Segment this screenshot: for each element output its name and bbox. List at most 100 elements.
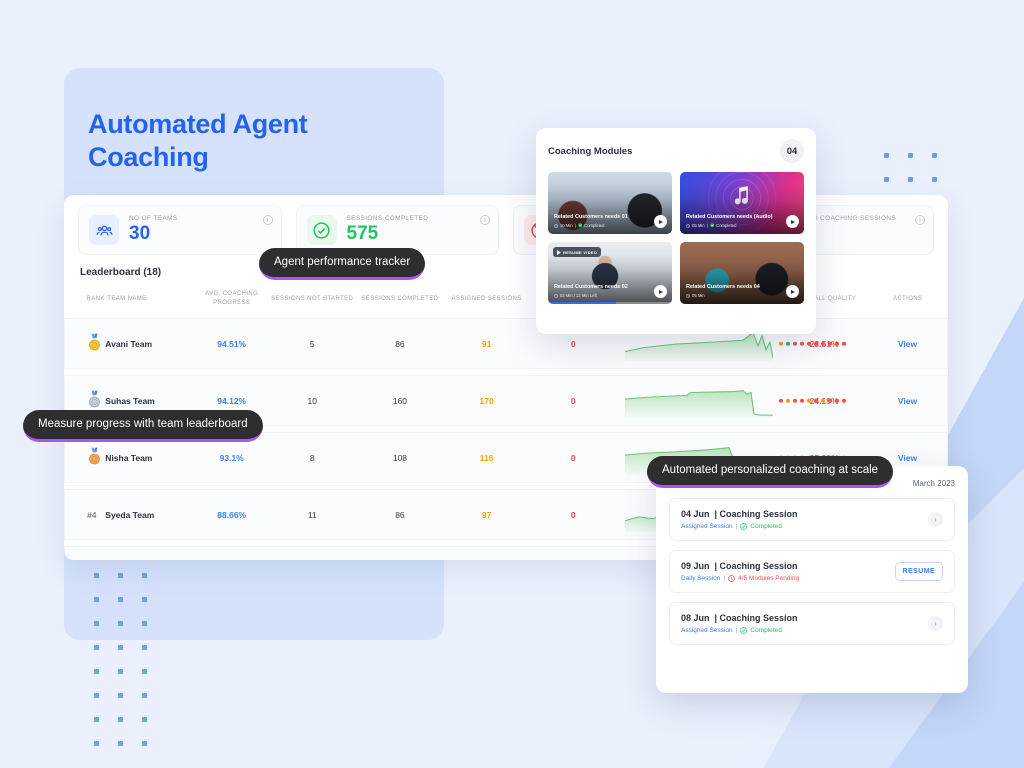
decorative-dot bbox=[908, 177, 913, 182]
session-type: Assigned Session bbox=[681, 523, 733, 530]
resume-video-badge[interactable]: RESUME VIDEO bbox=[553, 247, 602, 257]
coaching-module-card[interactable]: Related Customers needs 01 10 Min | Complet… bbox=[548, 172, 672, 234]
module-meta: 02 Min / 12 Min Left bbox=[554, 292, 650, 299]
decorative-dot bbox=[118, 645, 123, 650]
clock-icon bbox=[554, 293, 558, 298]
decorative-dot bbox=[142, 741, 147, 746]
column-header: AVG. COACHING PROGRESS bbox=[205, 291, 259, 306]
medal-icon bbox=[87, 447, 102, 469]
play-button[interactable] bbox=[786, 215, 799, 228]
column-header: ASSIGNED SESSIONS bbox=[451, 295, 522, 302]
coaching-module-card[interactable]: Related Customers needs 04 05 Min bbox=[680, 242, 804, 304]
decorative-dot bbox=[932, 177, 937, 182]
check-circle-icon bbox=[740, 523, 748, 530]
clock-icon bbox=[686, 293, 690, 298]
sessions-completed: 160 bbox=[392, 395, 408, 406]
module-progress-bar bbox=[548, 302, 672, 304]
module-meta: 10 Min | Completed bbox=[554, 222, 650, 229]
coaching-module-card[interactable]: Related Customers needs (Audio) 05 Min | Co… bbox=[680, 172, 804, 234]
decorative-dot bbox=[118, 669, 123, 674]
session-info: 09 Jun | Coaching Session Daily Session | 4… bbox=[681, 561, 799, 582]
decorative-dot bbox=[142, 597, 147, 602]
decorative-dot bbox=[94, 669, 99, 674]
row-spacer bbox=[64, 368, 948, 376]
stat-card-0: NO OF TEAMS 30 i bbox=[78, 205, 282, 255]
list-item[interactable]: 09 Jun | Coaching Session Daily Session | 4… bbox=[669, 550, 955, 593]
check-circle-icon bbox=[740, 627, 748, 634]
info-icon[interactable]: i bbox=[480, 215, 490, 225]
list-item[interactable]: 08 Jun | Coaching Session Assigned Sessio… bbox=[669, 602, 955, 645]
column-header: SESSIONS COMPLETED bbox=[361, 295, 439, 302]
team-name: Syeda Team bbox=[105, 509, 155, 520]
module-separator: | bbox=[574, 223, 576, 228]
session-title: 08 Jun | Coaching Session bbox=[681, 613, 798, 623]
session-info: 08 Jun | Coaching Session Assigned Sessio… bbox=[681, 613, 798, 634]
column-header: TEAM NAME bbox=[107, 295, 147, 302]
sessions-completed: 86 bbox=[395, 338, 405, 349]
clock-alert-icon bbox=[728, 575, 735, 582]
coaching-module-card[interactable]: RESUME VIDEO Related Customers needs 02 02… bbox=[548, 242, 672, 304]
decorative-dot bbox=[118, 741, 123, 746]
decorative-dot bbox=[142, 669, 147, 674]
session-type: Assigned Session bbox=[681, 627, 733, 634]
module-title: Related Customers needs 01 bbox=[554, 214, 628, 220]
coaching-sessions-month: March 2023 bbox=[912, 479, 955, 488]
module-meta: 05 Min | Completed bbox=[686, 222, 782, 229]
sessions-completed: 86 bbox=[395, 509, 405, 520]
coaching-modules-card: Coaching Modules 04 Related Customers ne… bbox=[536, 128, 816, 334]
module-duration: 05 Min bbox=[692, 293, 705, 298]
decorative-dot bbox=[94, 573, 99, 578]
session-title: 04 Jun | Coaching Session bbox=[681, 509, 798, 519]
decorative-dot bbox=[932, 153, 937, 158]
clock-icon bbox=[554, 223, 558, 228]
stat-label: NO OF TEAMS bbox=[129, 215, 178, 222]
module-duration: 02 Min / 12 Min Left bbox=[560, 293, 597, 298]
decorative-dot bbox=[94, 693, 99, 698]
sparkline-chart bbox=[624, 389, 773, 418]
resume-button[interactable]: RESUME bbox=[894, 562, 943, 581]
list-item[interactable]: 04 Jun | Coaching Session Assigned Sessio… bbox=[669, 498, 955, 541]
stat-value: 575 bbox=[346, 223, 379, 244]
decorative-dot bbox=[884, 177, 889, 182]
areas-of-concern: 0 bbox=[570, 509, 576, 520]
assigned-sessions: 97 bbox=[481, 509, 492, 520]
view-link[interactable]: View bbox=[898, 396, 917, 406]
module-caption: Related Customers needs 04 05 Min bbox=[686, 284, 782, 299]
play-button[interactable] bbox=[654, 285, 667, 298]
module-status: Completed bbox=[584, 223, 605, 228]
session-title: 09 Jun | Coaching Session bbox=[681, 561, 798, 571]
chevron-right-icon[interactable]: › bbox=[928, 616, 943, 631]
rank-cell bbox=[64, 318, 106, 369]
coaching-modules-count: 04 bbox=[780, 139, 804, 163]
sparkline-cell bbox=[617, 375, 847, 426]
view-link[interactable]: View bbox=[898, 453, 917, 463]
chevron-right-icon[interactable]: › bbox=[928, 512, 943, 527]
decorative-dot bbox=[908, 153, 913, 158]
module-caption: Related Customers needs 02 02 Min / 12 Mi… bbox=[554, 284, 650, 299]
column-header: ACTIONS bbox=[892, 295, 923, 302]
decorative-dot bbox=[142, 717, 147, 722]
decorative-dot bbox=[94, 741, 99, 746]
module-meta: 05 Min bbox=[686, 292, 782, 299]
play-button[interactable] bbox=[786, 285, 799, 298]
module-duration: 10 Min bbox=[560, 223, 573, 228]
callout-leaderboard: Measure progress with team leaderboard bbox=[23, 410, 263, 442]
play-button[interactable] bbox=[654, 215, 667, 228]
sessions-not-started: 5 bbox=[309, 338, 315, 349]
assigned-sessions: 116 bbox=[479, 452, 494, 463]
areas-of-concern: 0 bbox=[570, 395, 576, 406]
areas-of-concern: 0 bbox=[570, 452, 576, 463]
clock-icon bbox=[686, 223, 690, 228]
rank-cell: #5 bbox=[64, 546, 106, 560]
column-header: RANK bbox=[86, 295, 105, 302]
column-header: SESSIONS NOT STARTED bbox=[271, 295, 354, 302]
session-separator: | bbox=[735, 627, 738, 634]
view-link[interactable]: View bbox=[898, 339, 917, 349]
decorative-dot bbox=[94, 717, 99, 722]
decorative-dot bbox=[884, 153, 889, 158]
session-type: Daily Session bbox=[681, 575, 721, 582]
stat-label: SESSIONS COMPLETED bbox=[346, 215, 429, 222]
info-icon[interactable]: i bbox=[262, 215, 273, 225]
info-icon[interactable]: i bbox=[915, 215, 925, 225]
sessions-not-started: 11 bbox=[307, 509, 317, 520]
